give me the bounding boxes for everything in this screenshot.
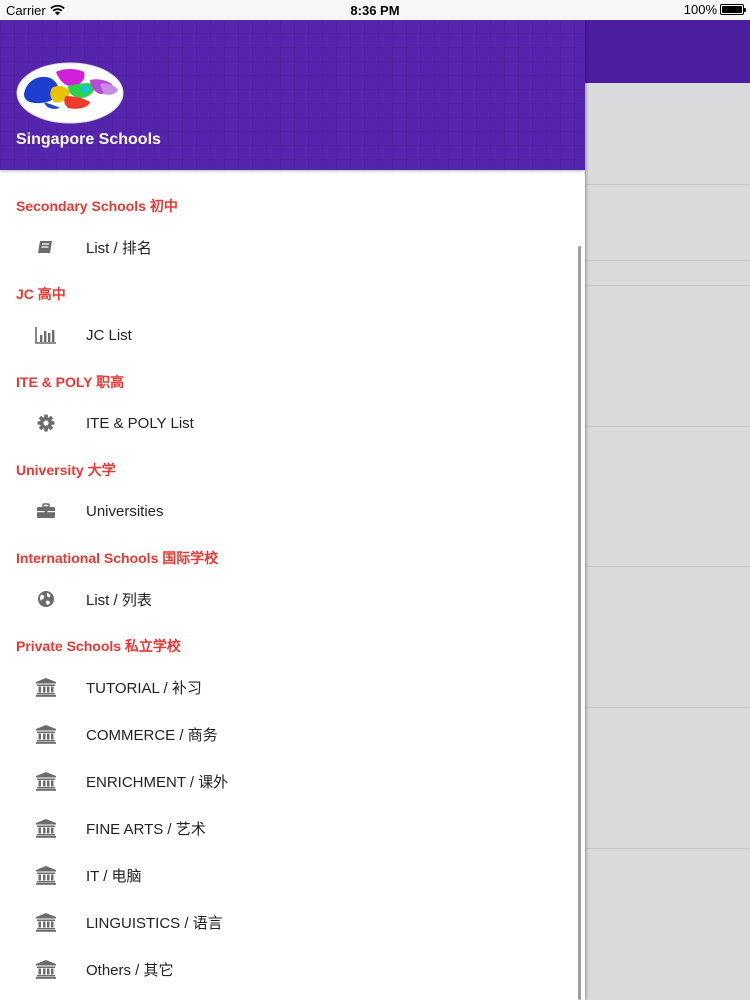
institution-icon [35,958,57,980]
menu-item-label: IT / 电脑 [86,867,142,885]
background-divider [585,566,750,567]
background-content[interactable] [585,83,750,1000]
menu-item-label: FINE ARTS / 艺术 [86,820,206,838]
menu-item-label: Universities [86,502,164,520]
menu-item-commerce[interactable]: COMMERCE / 商务 [0,714,570,754]
institution-icon [35,723,57,745]
institution-icon [35,911,57,933]
background-divider [585,260,750,261]
menu-item-label: List / 排名 [86,239,152,257]
navigation-drawer: Singapore Schools Secondary Schools 初中 L… [0,20,585,1000]
menu-item-secondary-list[interactable]: List / 排名 [0,227,570,267]
battery-info: 100% [683,2,746,17]
background-divider [585,848,750,849]
section-title-secondary: Secondary Schools 初中 [16,198,178,214]
menu-item-label: Others / 其它 [86,961,174,979]
institution-icon [35,676,57,698]
menu-item-label: LINGUISTICS / 语言 [86,914,223,932]
institution-icon [35,817,57,839]
menu-item-label: ENRICHMENT / 课外 [86,773,229,791]
status-bar: Carrier 8:36 PM 100% [0,0,750,20]
singapore-map-logo [16,62,124,124]
menu-item-fine-arts[interactable]: FINE ARTS / 艺术 [0,808,570,848]
background-divider [585,707,750,708]
globe-icon [35,588,57,610]
menu-item-label: JC List [86,326,132,344]
menu-item-it[interactable]: IT / 电脑 [0,855,570,895]
menu-item-label: COMMERCE / 商务 [86,726,218,744]
menu-item-label: List / 列表 [86,591,152,609]
menu-item-tutorial[interactable]: TUTORIAL / 补习 [0,667,570,707]
menu-item-enrichment[interactable]: ENRICHMENT / 课外 [0,761,570,801]
drawer-scrollbar[interactable] [578,246,581,1000]
background-divider [585,426,750,427]
battery-icon [720,4,746,15]
menu-item-ite-poly-list[interactable]: ITE & POLY List [0,403,570,443]
menu-item-international-list[interactable]: List / 列表 [0,579,570,619]
menu-item-others[interactable]: Others / 其它 [0,949,570,989]
gear-icon [35,412,57,434]
menu-item-universities[interactable]: Universities [0,491,570,531]
section-title-private: Private Schools 私立学校 [16,638,181,654]
bar-chart-icon [35,324,57,346]
menu-item-linguistics[interactable]: LINGUISTICS / 语言 [0,902,570,942]
background-divider [585,184,750,185]
battery-percent: 100% [683,2,717,17]
book-icon [35,236,57,258]
section-title-university: University 大学 [16,462,116,478]
briefcase-icon [35,500,57,522]
background-divider [585,285,750,286]
status-time: 8:36 PM [350,3,400,18]
menu-item-jc-list[interactable]: JC List [0,315,570,355]
section-title-ite-poly: ITE & POLY 职高 [16,374,125,390]
menu-item-label: TUTORIAL / 补习 [86,679,202,697]
institution-icon [35,864,57,886]
institution-icon [35,770,57,792]
menu-item-label: ITE & POLY List [86,414,194,432]
section-title-jc: JC 高中 [16,286,66,302]
section-title-international: International Schools 国际学校 [16,550,219,566]
drawer-header: Singapore Schools [0,20,585,170]
app-title: Singapore Schools [16,131,161,148]
